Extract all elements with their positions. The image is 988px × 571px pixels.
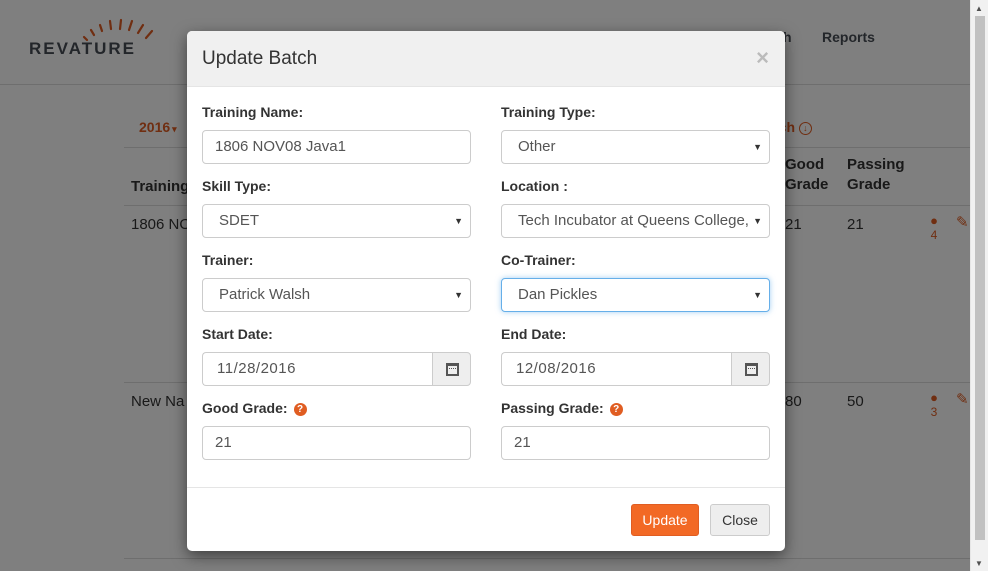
location-select[interactable]: Tech Incubator at Queens College, 6 ▼ — [501, 204, 770, 238]
field-label: Start Date: — [202, 326, 273, 342]
skill-type-field: Skill Type: SDET ▼ — [202, 176, 471, 238]
field-label: Skill Type: — [202, 178, 271, 194]
modal-footer: Update Close — [187, 487, 785, 551]
close-button[interactable]: Close — [710, 504, 770, 536]
end-date-field: End Date: 12/08/2016 — [501, 324, 770, 386]
field-label: Co-Trainer: — [501, 252, 576, 268]
start-date-picker: 11/28/2016 — [202, 352, 471, 386]
update-button[interactable]: Update — [631, 504, 699, 536]
end-date-calendar-button[interactable] — [731, 352, 770, 386]
vertical-scrollbar[interactable]: ▲ ▼ — [970, 0, 988, 571]
scroll-up-icon[interactable]: ▲ — [975, 4, 983, 13]
chevron-down-icon: ▼ — [454, 216, 463, 226]
scrollbar-thumb[interactable] — [975, 16, 985, 540]
modal-header: Update Batch × — [187, 31, 785, 87]
end-date-picker: 12/08/2016 — [501, 352, 770, 386]
start-date-calendar-button[interactable] — [432, 352, 471, 386]
trainer-select[interactable]: Patrick Walsh ▼ — [202, 278, 471, 312]
field-label: Training Type: — [501, 104, 596, 120]
update-batch-modal: Update Batch × Training Name: 1806 NOV08… — [187, 31, 785, 551]
location-field: Location : Tech Incubator at Queens Coll… — [501, 176, 770, 238]
calendar-icon — [446, 363, 459, 376]
scroll-down-icon[interactable]: ▼ — [975, 559, 983, 568]
good-grade-field: Good Grade:? 21 — [202, 398, 471, 460]
chevron-down-icon: ▼ — [750, 205, 762, 237]
calendar-icon — [745, 363, 758, 376]
co-trainer-select[interactable]: Dan Pickles ▼ — [501, 278, 770, 312]
passing-grade-input[interactable]: 21 — [501, 426, 770, 460]
field-label: Trainer: — [202, 252, 254, 268]
field-label: Good Grade:? — [202, 398, 471, 418]
training-name-input[interactable]: 1806 NOV08 Java1 — [202, 130, 471, 164]
help-icon[interactable]: ? — [609, 403, 623, 416]
field-label: Location : — [501, 178, 568, 194]
modal-title: Update Batch — [202, 48, 318, 69]
skill-type-select[interactable]: SDET ▼ — [202, 204, 471, 238]
field-label: Training Name: — [202, 104, 304, 120]
chevron-down-icon: ▼ — [753, 142, 762, 152]
close-icon[interactable]: × — [756, 45, 769, 71]
field-label: End Date: — [501, 326, 567, 342]
start-date-input[interactable]: 11/28/2016 — [202, 352, 432, 386]
help-icon[interactable]: ? — [293, 403, 307, 416]
good-grade-input[interactable]: 21 — [202, 426, 471, 460]
chevron-down-icon: ▼ — [454, 290, 463, 300]
trainer-field: Trainer: Patrick Walsh ▼ — [202, 250, 471, 312]
training-type-field: Training Type: Other ▼ — [501, 102, 770, 164]
training-type-select[interactable]: Other ▼ — [501, 130, 770, 164]
chevron-down-icon: ▼ — [753, 290, 762, 300]
field-label: Passing Grade:? — [501, 398, 770, 418]
passing-grade-field: Passing Grade:? 21 — [501, 398, 770, 460]
end-date-input[interactable]: 12/08/2016 — [501, 352, 731, 386]
training-name-field: Training Name: 1806 NOV08 Java1 — [202, 102, 471, 164]
start-date-field: Start Date: 11/28/2016 — [202, 324, 471, 386]
co-trainer-field: Co-Trainer: Dan Pickles ▼ — [501, 250, 770, 312]
